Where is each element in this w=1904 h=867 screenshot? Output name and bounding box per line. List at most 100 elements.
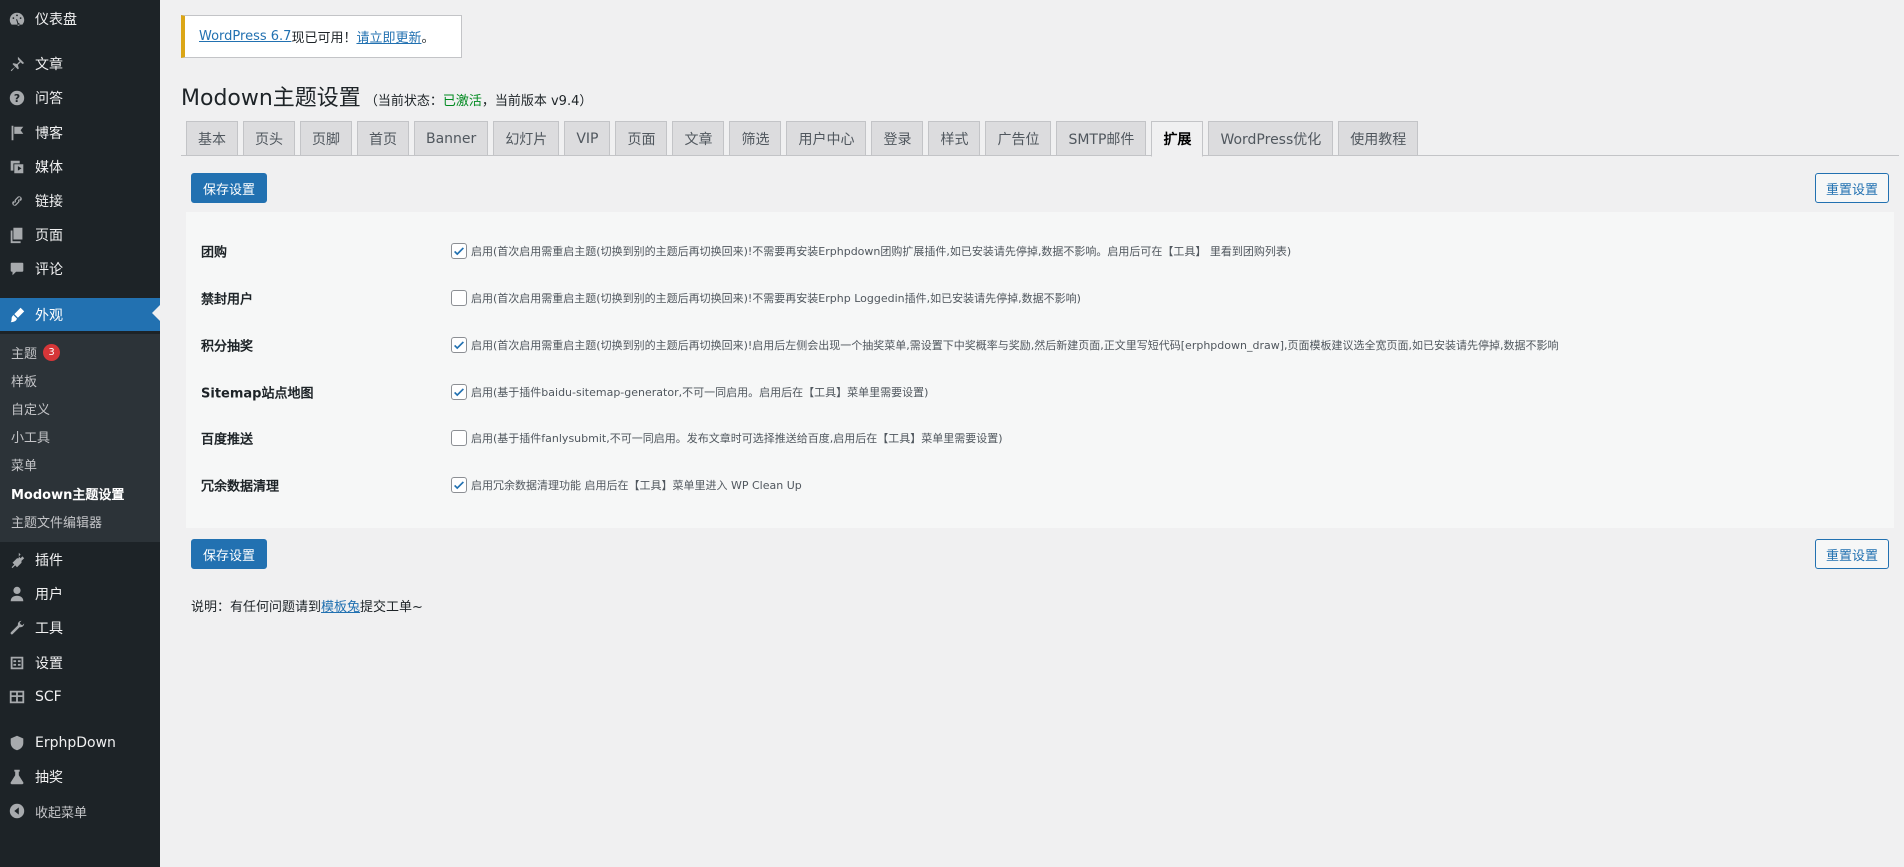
tab-17[interactable]: 使用教程 [1338, 121, 1419, 156]
sidebar-item-label: 用户 [35, 587, 63, 603]
sidebar-item-settings[interactable]: 设置 [0, 648, 160, 678]
checkmark-icon [454, 246, 464, 255]
enable-checkbox[interactable] [451, 336, 467, 353]
tab-14[interactable]: SMTP邮件 [1056, 121, 1147, 156]
sidebar-item-links[interactable]: 链接 [0, 186, 160, 216]
enable-checkbox[interactable] [451, 476, 467, 493]
submenu-item-modown-settings[interactable]: Modown主题设置 [11, 483, 124, 503]
media-icon [7, 157, 27, 177]
submenu-item-patterns[interactable]: 样板 [11, 370, 37, 390]
sidebar-item-lottery[interactable]: 抽奖 [0, 762, 160, 792]
tab-0[interactable]: 基本 [186, 121, 238, 156]
tab-16[interactable]: WordPress优化 [1208, 121, 1334, 156]
enable-checkbox[interactable] [451, 242, 467, 259]
sidebar-item-label: 外观 [35, 307, 63, 324]
sidebar-item-dashboard[interactable]: 仪表盘 [0, 4, 160, 34]
support-link[interactable]: 模板兔 [321, 600, 360, 615]
sidebar-item-users[interactable]: 用户 [0, 579, 160, 609]
flag-icon [7, 123, 27, 143]
submenu-item-themes[interactable]: 主题 3 [11, 342, 61, 362]
settings-icon [7, 653, 27, 673]
tab-1[interactable]: 页头 [243, 121, 295, 156]
status-active: 已激活 [442, 94, 482, 109]
theme-status: （当前状态：已激活，当前版本 v9.4） [364, 94, 593, 109]
enable-checkbox[interactable] [451, 289, 467, 306]
page-title: Modown主题设置 （当前状态：已激活，当前版本 v9.4） [181, 80, 592, 112]
sidebar-item-media[interactable]: 媒体 [0, 152, 160, 182]
collapse-menu-button[interactable]: 收起菜单 [0, 796, 160, 826]
enable-checkbox[interactable] [451, 429, 467, 446]
tab-12[interactable]: 样式 [928, 121, 981, 156]
link-icon [7, 191, 27, 211]
sidebar-item-label: 媒体 [35, 160, 63, 176]
sidebar-item-pages[interactable]: 页面 [0, 220, 160, 250]
sidebar-item-qa[interactable]: ? 问答 [0, 83, 160, 113]
sidebar-item-label: 评论 [35, 262, 63, 278]
setting-description: 启用(首次启用需重启主题(切换到别的主题后再切换回来)!不需要再安装Erphpd… [471, 244, 1292, 258]
sidebar-item-label: 设置 [35, 656, 63, 672]
update-now-link[interactable]: 请立即更新 [356, 27, 421, 46]
submenu-item-menus[interactable]: 菜单 [11, 454, 37, 474]
notice-text: 现已可用！ [291, 31, 357, 46]
tab-6[interactable]: VIP [564, 121, 611, 156]
update-notice: WordPress 6.7 现已可用！ 请立即更新 。 [181, 15, 462, 58]
setting-control: 启用(首次启用需重启主题(切换到别的主题后再切换回来)!不需要再安装Erphpd… [451, 242, 1292, 259]
setting-control: 启用冗余数据清理功能 启用后在【工具】菜单里进入 WP Clean Up [451, 476, 802, 493]
tab-13[interactable]: 广告位 [985, 121, 1052, 156]
setting-control: 启用(基于插件baidu-sitemap-generator,不可一同启用。启用… [451, 383, 929, 400]
reset-button-top[interactable]: 重置设置 [1815, 173, 1890, 203]
sidebar-item-blog[interactable]: 博客 [0, 118, 160, 148]
notice-end: 。 [421, 31, 435, 46]
sidebar-item-scf[interactable]: SCF [0, 682, 160, 712]
checkmark-icon [454, 340, 464, 349]
tab-9[interactable]: 筛选 [729, 121, 782, 156]
reset-button-bottom[interactable]: 重置设置 [1815, 539, 1890, 569]
sidebar-item-label: 插件 [35, 553, 63, 569]
tab-4[interactable]: Banner [414, 121, 489, 156]
wordpress-version-link[interactable]: WordPress 6.7 [199, 29, 291, 44]
sidebar-item-label: 页面 [35, 228, 63, 244]
appearance-submenu: 主题 3 样板 自定义 小工具 菜单 Modown主题设置 主题文件编辑器 [0, 334, 160, 542]
setting-control: 启用(首次启用需重启主题(切换到别的主题后再切换回来)!不需要再安装Erphp … [451, 289, 1081, 306]
setting-control: 启用(基于插件fanlysubmit,不可一同启用。发布文章时可选择推送给百度,… [451, 429, 1003, 446]
dashboard-icon [7, 9, 27, 29]
save-button-bottom[interactable]: 保存设置 [191, 539, 268, 569]
setting-description: 启用(基于插件baidu-sitemap-generator,不可一同启用。启用… [471, 385, 929, 399]
tab-8[interactable]: 文章 [672, 121, 725, 156]
comment-icon [7, 259, 27, 279]
sidebar-item-appearance[interactable]: 外观 [0, 298, 160, 331]
footer-note: 说明：有任何问题请到模板兔提交工单~ [191, 600, 423, 615]
submenu-item-customize[interactable]: 自定义 [11, 398, 50, 418]
setting-description: 启用(首次启用需重启主题(切换到别的主题后再切换回来)!不需要再安装Erphp … [471, 291, 1081, 305]
sidebar-item-tools[interactable]: 工具 [0, 613, 160, 643]
sidebar-item-comments[interactable]: 评论 [0, 254, 160, 284]
submenu-item-widgets[interactable]: 小工具 [11, 426, 50, 446]
enable-checkbox[interactable] [451, 383, 467, 400]
setting-description: 启用(基于插件fanlysubmit,不可一同启用。发布文章时可选择推送给百度,… [471, 431, 1003, 445]
sidebar-item-erphpdown[interactable]: ErphpDown [0, 728, 160, 758]
sidebar-item-label: SCF [35, 689, 62, 705]
tab-3[interactable]: 首页 [357, 121, 409, 156]
setting-label: Sitemap站点地图 [201, 386, 314, 401]
grid-icon [7, 687, 27, 707]
tab-10[interactable]: 用户中心 [786, 121, 867, 156]
save-button-top[interactable]: 保存设置 [191, 173, 268, 203]
tab-15[interactable]: 扩展 [1151, 121, 1204, 157]
sidebar-item-plugins[interactable]: 插件 [0, 545, 160, 575]
admin-sidebar: 仪表盘 文章 ? 问答 博客 媒体 链接 页面 评论 外观 主题 3 样板 自定… [0, 0, 160, 867]
submenu-item-theme-editor[interactable]: 主题文件编辑器 [11, 511, 102, 531]
setting-label: 团购 [201, 245, 228, 260]
tabs-divider [181, 155, 1899, 156]
sidebar-item-posts[interactable]: 文章 [0, 49, 160, 79]
tab-7[interactable]: 页面 [615, 121, 668, 156]
setting-row: 团购 启用(首次启用需重启主题(切换到别的主题后再切换回来)!不需要再安装Erph… [186, 227, 1894, 274]
settings-tabs: 基本 页头 页脚 首页 Banner 幻灯片 VIP 页面 文章 筛选 用户中心 登录 样式 广告位 SMT… [186, 121, 1423, 157]
settings-panel: 团购启用(首次启用需重启主题(切换到别的主题后再切换回来)!不需要再安装Erph… [186, 212, 1894, 528]
collapse-icon [7, 801, 27, 821]
tab-11[interactable]: 登录 [871, 121, 924, 156]
tab-5[interactable]: 幻灯片 [493, 121, 560, 156]
setting-row: 禁封用户 启用(首次启用需重启主题(切换到别的主题后再切换回来)!不需要再安装Er… [186, 274, 1894, 321]
update-count-badge: 3 [43, 343, 61, 361]
question-icon: ? [7, 88, 27, 108]
tab-2[interactable]: 页脚 [300, 121, 352, 156]
